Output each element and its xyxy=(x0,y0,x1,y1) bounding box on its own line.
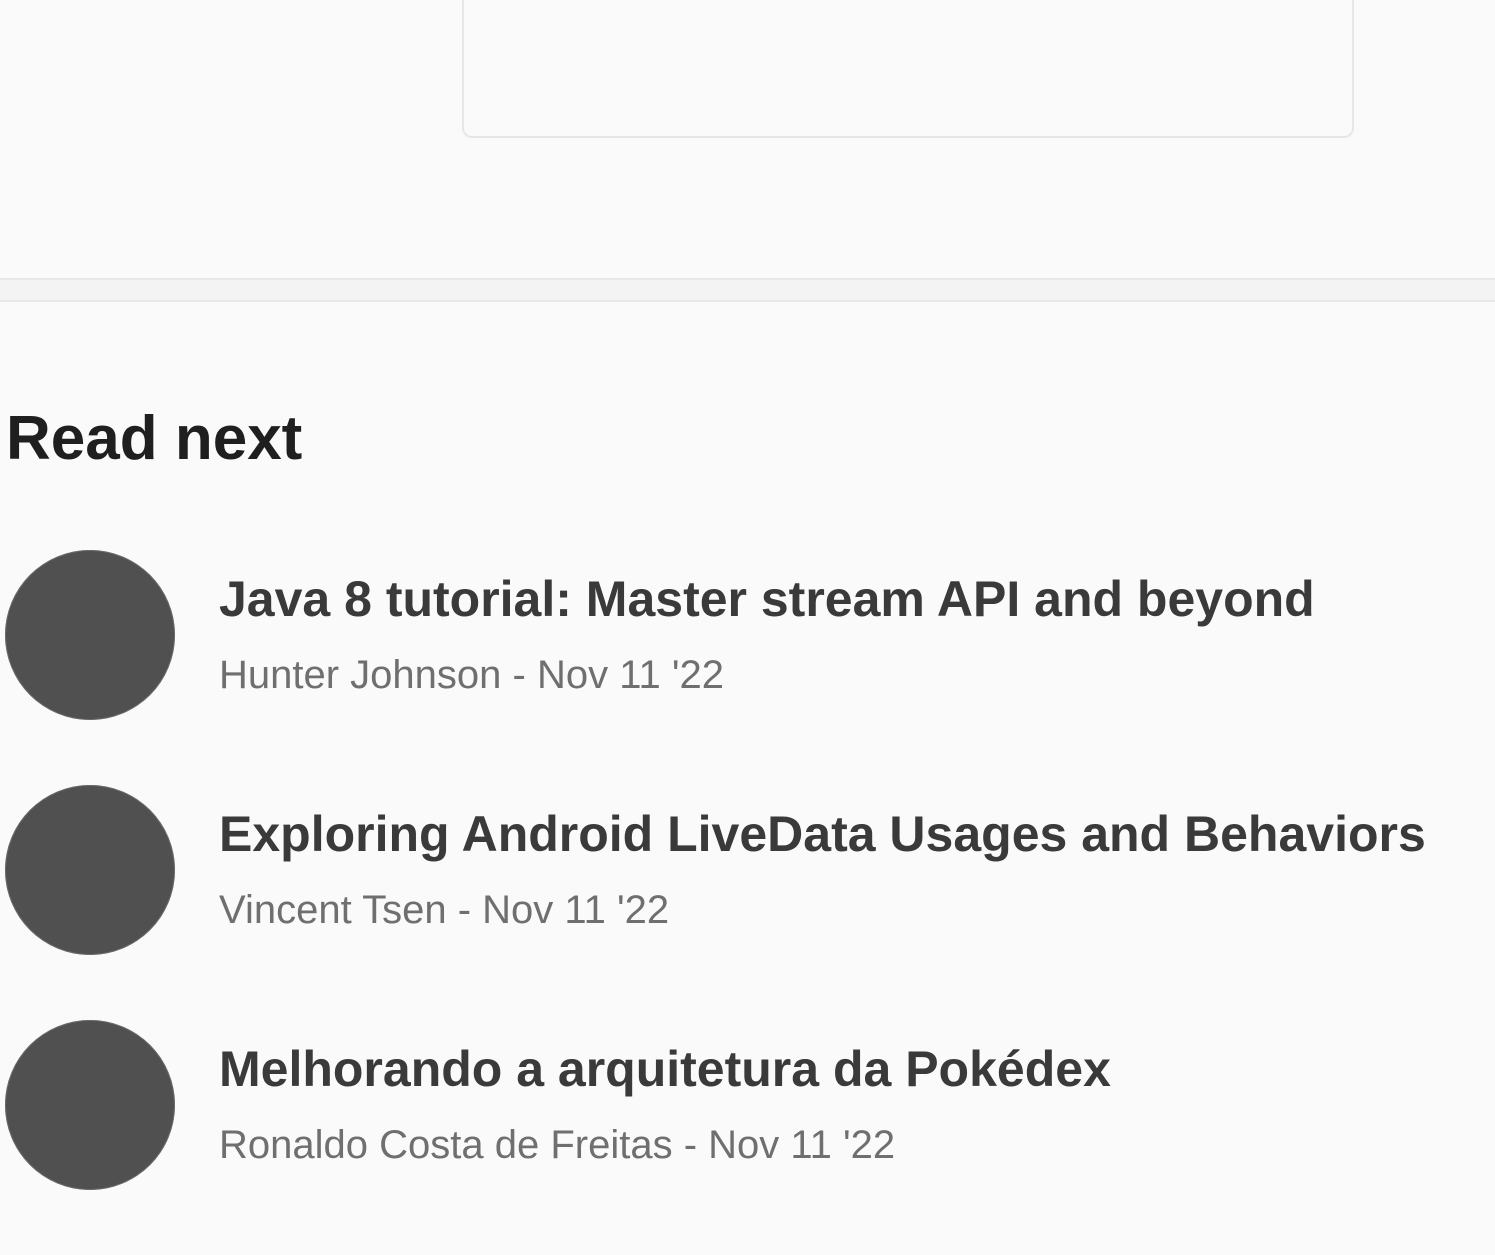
list-item[interactable]: Exploring Android LiveData Usages and Be… xyxy=(0,785,1495,1020)
article-date: Nov 11 '22 xyxy=(482,888,670,932)
list-item[interactable]: Java 8 tutorial: Master stream API and b… xyxy=(0,550,1495,785)
section-divider xyxy=(0,278,1495,302)
article-date: Nov 11 '22 xyxy=(708,1123,896,1167)
meta-separator: - xyxy=(457,888,483,932)
article-date: Nov 11 '22 xyxy=(536,653,724,697)
meta-separator: - xyxy=(512,653,537,697)
article-title-link[interactable]: Exploring Android LiveData Usages and Be… xyxy=(219,807,1426,862)
author-avatar[interactable] xyxy=(5,1020,175,1190)
list-item[interactable]: Melhorando a arquitetura da Pokédex Rona… xyxy=(0,1020,1495,1255)
article-title-link[interactable]: Java 8 tutorial: Master stream API and b… xyxy=(219,572,1315,627)
article-meta: Hunter Johnson - Nov 11 '22 xyxy=(219,653,724,697)
author-avatar[interactable] xyxy=(5,785,175,955)
article-meta: Vincent Tsen - Nov 11 '22 xyxy=(219,888,669,932)
meta-separator: - xyxy=(683,1123,709,1167)
article-author: Ronaldo Costa de Freitas xyxy=(219,1123,673,1167)
read-next-heading: Read next xyxy=(6,404,303,473)
article-meta: Ronaldo Costa de Freitas - Nov 11 '22 xyxy=(219,1123,895,1167)
author-avatar[interactable] xyxy=(5,550,175,720)
article-author: Hunter Johnson xyxy=(219,653,502,697)
read-next-list: Java 8 tutorial: Master stream API and b… xyxy=(0,550,1495,1255)
article-author: Vincent Tsen xyxy=(219,888,447,932)
comment-card xyxy=(462,0,1354,138)
article-title-link[interactable]: Melhorando a arquitetura da Pokédex xyxy=(219,1042,1111,1097)
